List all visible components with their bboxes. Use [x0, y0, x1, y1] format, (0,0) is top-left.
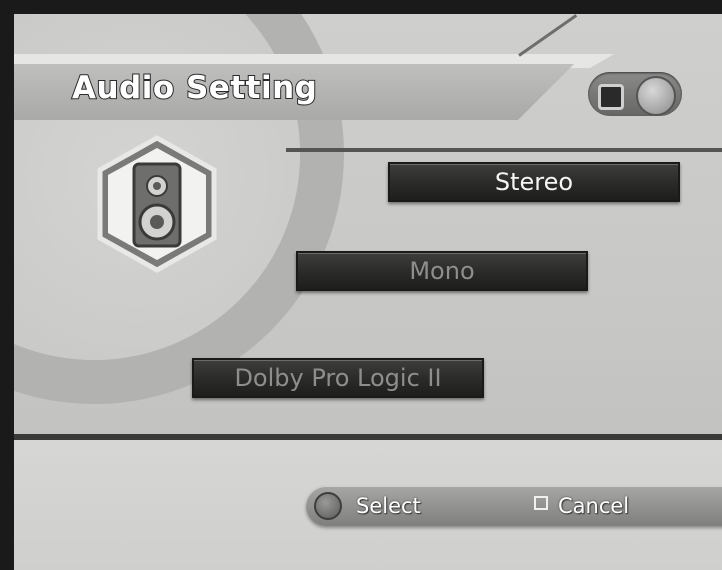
- toggle-square-icon: [598, 84, 624, 110]
- page-title: Audio Setting: [71, 69, 318, 107]
- select-button[interactable]: Select: [356, 494, 421, 518]
- toggle-knob-icon: [636, 76, 676, 116]
- title-bar-accent-line: [518, 14, 578, 57]
- circle-button-icon: [314, 492, 342, 520]
- button-guide-bar: Select Cancel: [306, 486, 722, 526]
- option-mono[interactable]: Mono: [296, 251, 588, 291]
- speaker-icon: [97, 135, 217, 273]
- audio-settings-screen: Audio Setting Stereo Mono Dolby Pro Logi…: [14, 14, 722, 570]
- screen-frame: Audio Setting Stereo Mono Dolby Pro Logi…: [0, 0, 722, 570]
- cancel-button[interactable]: Cancel: [558, 494, 629, 518]
- option-dolby-pro-logic[interactable]: Dolby Pro Logic II: [192, 358, 484, 398]
- square-button-icon: [534, 496, 548, 510]
- controller-toggle[interactable]: [588, 72, 682, 116]
- option-stereo[interactable]: Stereo: [388, 162, 680, 202]
- options-divider: [286, 148, 722, 152]
